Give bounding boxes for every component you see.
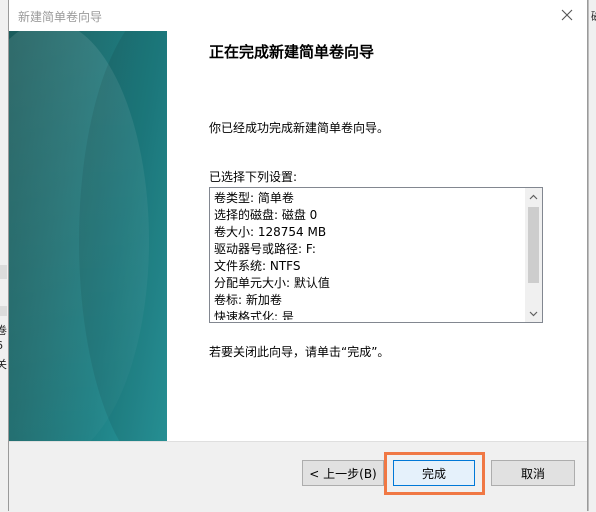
list-item: 卷标: 新加卷: [214, 293, 282, 307]
list-item: 分配单元大小: 默认值: [214, 276, 330, 290]
settings-summary-box[interactable]: 卷类型: 简单卷 选择的磁盘: 磁盘 0 卷大小: 128754 MB 驱动器号…: [209, 187, 543, 323]
wizard-dialog: 新建简单卷向导 正在完成新建简单卷向导 你已经成功完成新建简单卷向导。 已选择下…: [8, 0, 588, 512]
background-text: 卷: [0, 324, 7, 337]
list-item: 快速格式化: 是: [214, 310, 294, 320]
finish-button[interactable]: 完成: [393, 460, 475, 486]
background-text: 6: [0, 339, 3, 352]
scroll-up-button[interactable]: [525, 188, 542, 205]
chevron-down-icon: [529, 311, 538, 316]
title-bar[interactable]: 新建简单卷向导: [9, 0, 587, 31]
scrollbar-thumb[interactable]: [528, 207, 539, 283]
back-button[interactable]: < 上一步(B): [302, 460, 384, 486]
settings-list: 卷类型: 简单卷 选择的磁盘: 磁盘 0 卷大小: 128754 MB 驱动器号…: [214, 190, 524, 320]
background-text: 关: [0, 358, 7, 371]
chevron-up-icon: [529, 194, 538, 199]
list-item: 卷类型: 简单卷: [214, 191, 294, 205]
list-item: 卷大小: 128754 MB: [214, 225, 327, 239]
completion-message: 你已经成功完成新建简单卷向导。: [209, 121, 390, 135]
background-window-right: 磁: [588, 0, 596, 511]
button-bar: < 上一步(B) 完成 取消: [9, 441, 587, 512]
close-icon: [561, 9, 573, 21]
page-title: 正在完成新建简单卷向导: [209, 43, 375, 61]
background-strip: [0, 306, 7, 316]
settings-label: 已选择下列设置:: [209, 170, 298, 184]
cancel-button[interactable]: 取消: [491, 460, 575, 486]
vertical-scrollbar[interactable]: [525, 188, 542, 322]
list-item: 文件系统: NTFS: [214, 259, 301, 273]
finish-instruction: 若要关闭此向导，请单击“完成”。: [209, 345, 390, 359]
list-item: 驱动器号或路径: F:: [214, 242, 316, 256]
wizard-side-banner: [9, 31, 167, 441]
close-button[interactable]: [555, 4, 579, 26]
background-strip: [0, 265, 7, 279]
background-text: 磁: [591, 8, 596, 24]
window-title: 新建简单卷向导: [18, 10, 103, 24]
wizard-content: 正在完成新建简单卷向导 你已经成功完成新建简单卷向导。 已选择下列设置: 卷类型…: [167, 31, 587, 441]
list-item: 选择的磁盘: 磁盘 0: [214, 208, 318, 222]
scroll-down-button[interactable]: [525, 305, 542, 322]
